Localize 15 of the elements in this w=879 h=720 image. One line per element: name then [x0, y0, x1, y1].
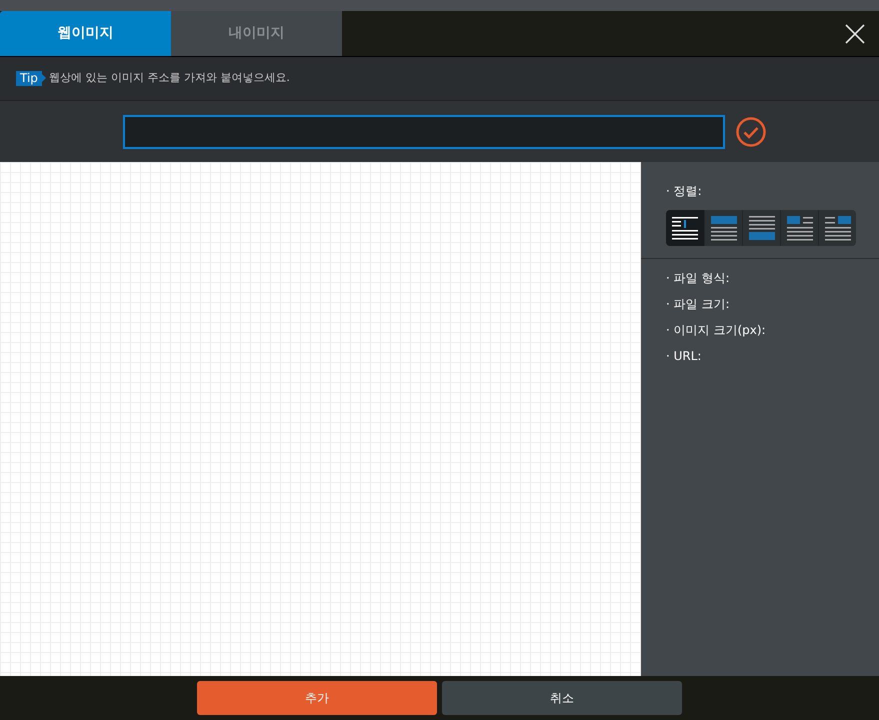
add-button[interactable]: 추가	[197, 681, 437, 715]
align-icon	[669, 215, 701, 241]
align-option[interactable]	[666, 210, 704, 246]
check-circle-icon[interactable]	[735, 116, 767, 148]
tip-text: 웹상에 있는 이미지 주소를 가져와 붙여넣으세요.	[48, 70, 290, 86]
info-label: · URL:	[666, 349, 702, 364]
url-input[interactable]	[123, 114, 725, 148]
info-label: · 파일 크기:	[666, 297, 730, 312]
close-icon	[845, 24, 865, 44]
info-label: · 파일 형식:	[666, 271, 730, 286]
info-label: · 이미지 크기(px):	[666, 323, 767, 338]
tab[interactable]: 웹이미지	[0, 11, 171, 56]
tab[interactable]: 내이미지	[171, 11, 342, 56]
cancel-button[interactable]: 취소	[442, 681, 682, 715]
align-label: · 정렬:	[666, 183, 703, 200]
